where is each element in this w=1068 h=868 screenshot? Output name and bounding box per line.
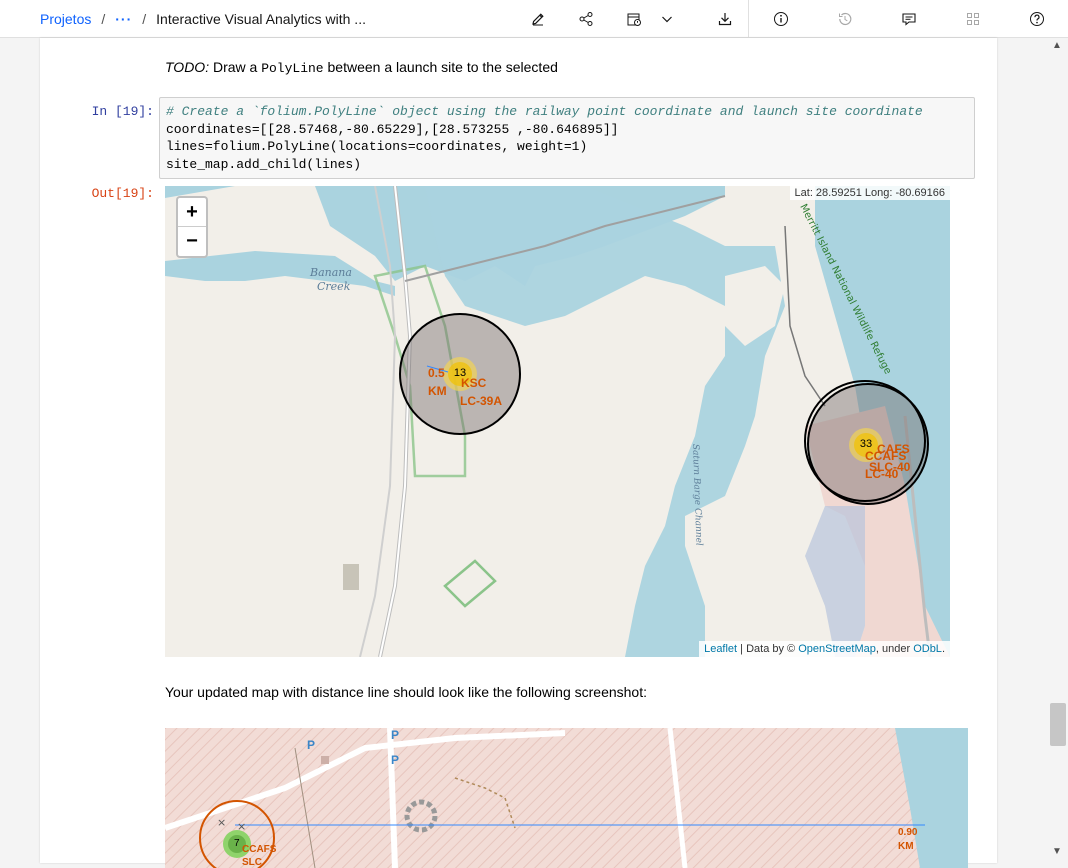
example-site-label: CCAFS	[242, 844, 277, 855]
site-label-lc40: LC-40	[865, 467, 899, 481]
breadcrumb-current-notebook: Interactive Visual Analytics with ...	[156, 10, 366, 27]
breadcrumb: Projetos / ··· / Interactive Visual Anal…	[40, 0, 366, 37]
distance-label-value: 0.5	[428, 366, 445, 380]
site-label-ksc: KSC	[461, 376, 487, 390]
schedule-job-button[interactable]	[618, 0, 650, 37]
share-button[interactable]	[570, 0, 602, 37]
scroll-down-arrow-icon[interactable]: ▼	[1052, 846, 1062, 857]
attribution-osm-link[interactable]: OpenStreetMap	[798, 643, 876, 655]
example-cluster-count: 7	[234, 838, 240, 849]
breadcrumb-separator: /	[101, 10, 106, 27]
output-prompt: Out[19]:	[91, 186, 154, 201]
comments-button[interactable]	[893, 0, 925, 37]
help-button[interactable]	[1021, 0, 1053, 37]
toolbar-divider	[748, 0, 749, 37]
map-attribution: Leaflet | Data by © OpenStreetMap, under…	[699, 641, 950, 657]
site-label-lc39a: LC-39A	[460, 394, 503, 408]
zoom-control: + −	[176, 196, 208, 258]
breadcrumb-overflow-menu[interactable]: ···	[115, 11, 132, 27]
folium-map[interactable]: Banana Creek Merritt Island National Wil…	[165, 186, 950, 657]
map-place-label: Banana	[309, 266, 352, 279]
environment-icon	[967, 12, 979, 25]
markdown-todo: TODO: Draw a PolyLine between a launch s…	[165, 59, 558, 76]
version-history-button[interactable]	[829, 0, 861, 37]
code-line: site_map.add_child(lines)	[166, 156, 362, 172]
help-icon	[1030, 11, 1044, 26]
map-place-label: Creek	[317, 280, 351, 293]
example-screenshot-image: × × P P P 7 CCAFS SLC 0.90 KM	[165, 728, 968, 868]
share-icon	[579, 11, 593, 26]
code-line-comment: # Create a `folium.PolyLine` object usin…	[166, 104, 923, 119]
attribution-text: | Data by ©	[737, 643, 799, 655]
zoom-out-button[interactable]: −	[178, 227, 206, 256]
svg-text:×: ×	[237, 820, 246, 833]
parking-label: P	[391, 753, 400, 767]
scroll-up-arrow-icon[interactable]: ▲	[1052, 40, 1062, 51]
top-header: Projetos / ··· / Interactive Visual Anal…	[0, 0, 1068, 38]
attribution-odbl-link[interactable]: ODbL	[913, 643, 942, 655]
attribution-text: .	[941, 643, 945, 655]
todo-code: PolyLine	[261, 61, 324, 76]
info-button[interactable]	[765, 0, 797, 37]
schedule-icon	[627, 13, 641, 26]
scrollbar-thumb[interactable]	[1050, 703, 1066, 746]
attribution-text: , under	[875, 643, 914, 655]
todo-text-after: between a launch site to the selected	[327, 59, 558, 75]
chevron-down-icon	[662, 16, 672, 22]
code-line: lines=folium.PolyLine(locations=coordina…	[166, 139, 588, 154]
svg-text:×: ×	[217, 816, 226, 829]
example-distance-unit: KM	[898, 841, 914, 852]
markdown-instruction: Your updated map with distance line shou…	[165, 684, 648, 700]
attribution-leaflet-link[interactable]: Leaflet	[704, 643, 737, 655]
input-prompt: In [19]:	[91, 104, 154, 119]
distance-label-unit: KM	[428, 384, 447, 398]
schedule-menu-toggle[interactable]	[651, 0, 683, 37]
example-site-label-2: SLC	[242, 857, 262, 868]
info-icon	[774, 11, 788, 26]
map-tiles: Banana Creek Merritt Island National Wil…	[165, 186, 950, 657]
breadcrumb-projects-link[interactable]: Projetos	[40, 11, 91, 27]
parking-label: P	[391, 728, 400, 742]
edit-icon	[532, 12, 544, 25]
mouse-position-readout: Lat: 28.59251 Long: -80.69166	[789, 186, 950, 200]
zoom-in-button[interactable]: +	[178, 198, 206, 227]
todo-prefix: TODO:	[165, 59, 210, 75]
notebook-viewport: TODO: Draw a PolyLine between a launch s…	[0, 38, 1040, 868]
parking-label: P	[307, 738, 316, 752]
example-distance-value: 0.90	[898, 827, 918, 838]
code-line: coordinates=[[28.57468,-80.65229],[28.57…	[166, 121, 619, 137]
todo-text-before: Draw a	[209, 59, 262, 75]
history-icon	[839, 12, 852, 25]
download-button[interactable]	[709, 0, 741, 37]
environment-button[interactable]	[957, 0, 989, 37]
comment-icon	[902, 12, 916, 26]
vertical-scrollbar[interactable]: ▲ ▼	[1046, 38, 1068, 863]
edit-button[interactable]	[522, 0, 554, 37]
example-map-tiles: × ×	[165, 728, 968, 868]
download-icon	[718, 12, 732, 25]
code-cell-editor[interactable]: # Create a `folium.PolyLine` object usin…	[159, 97, 975, 179]
breadcrumb-separator: /	[142, 10, 147, 27]
